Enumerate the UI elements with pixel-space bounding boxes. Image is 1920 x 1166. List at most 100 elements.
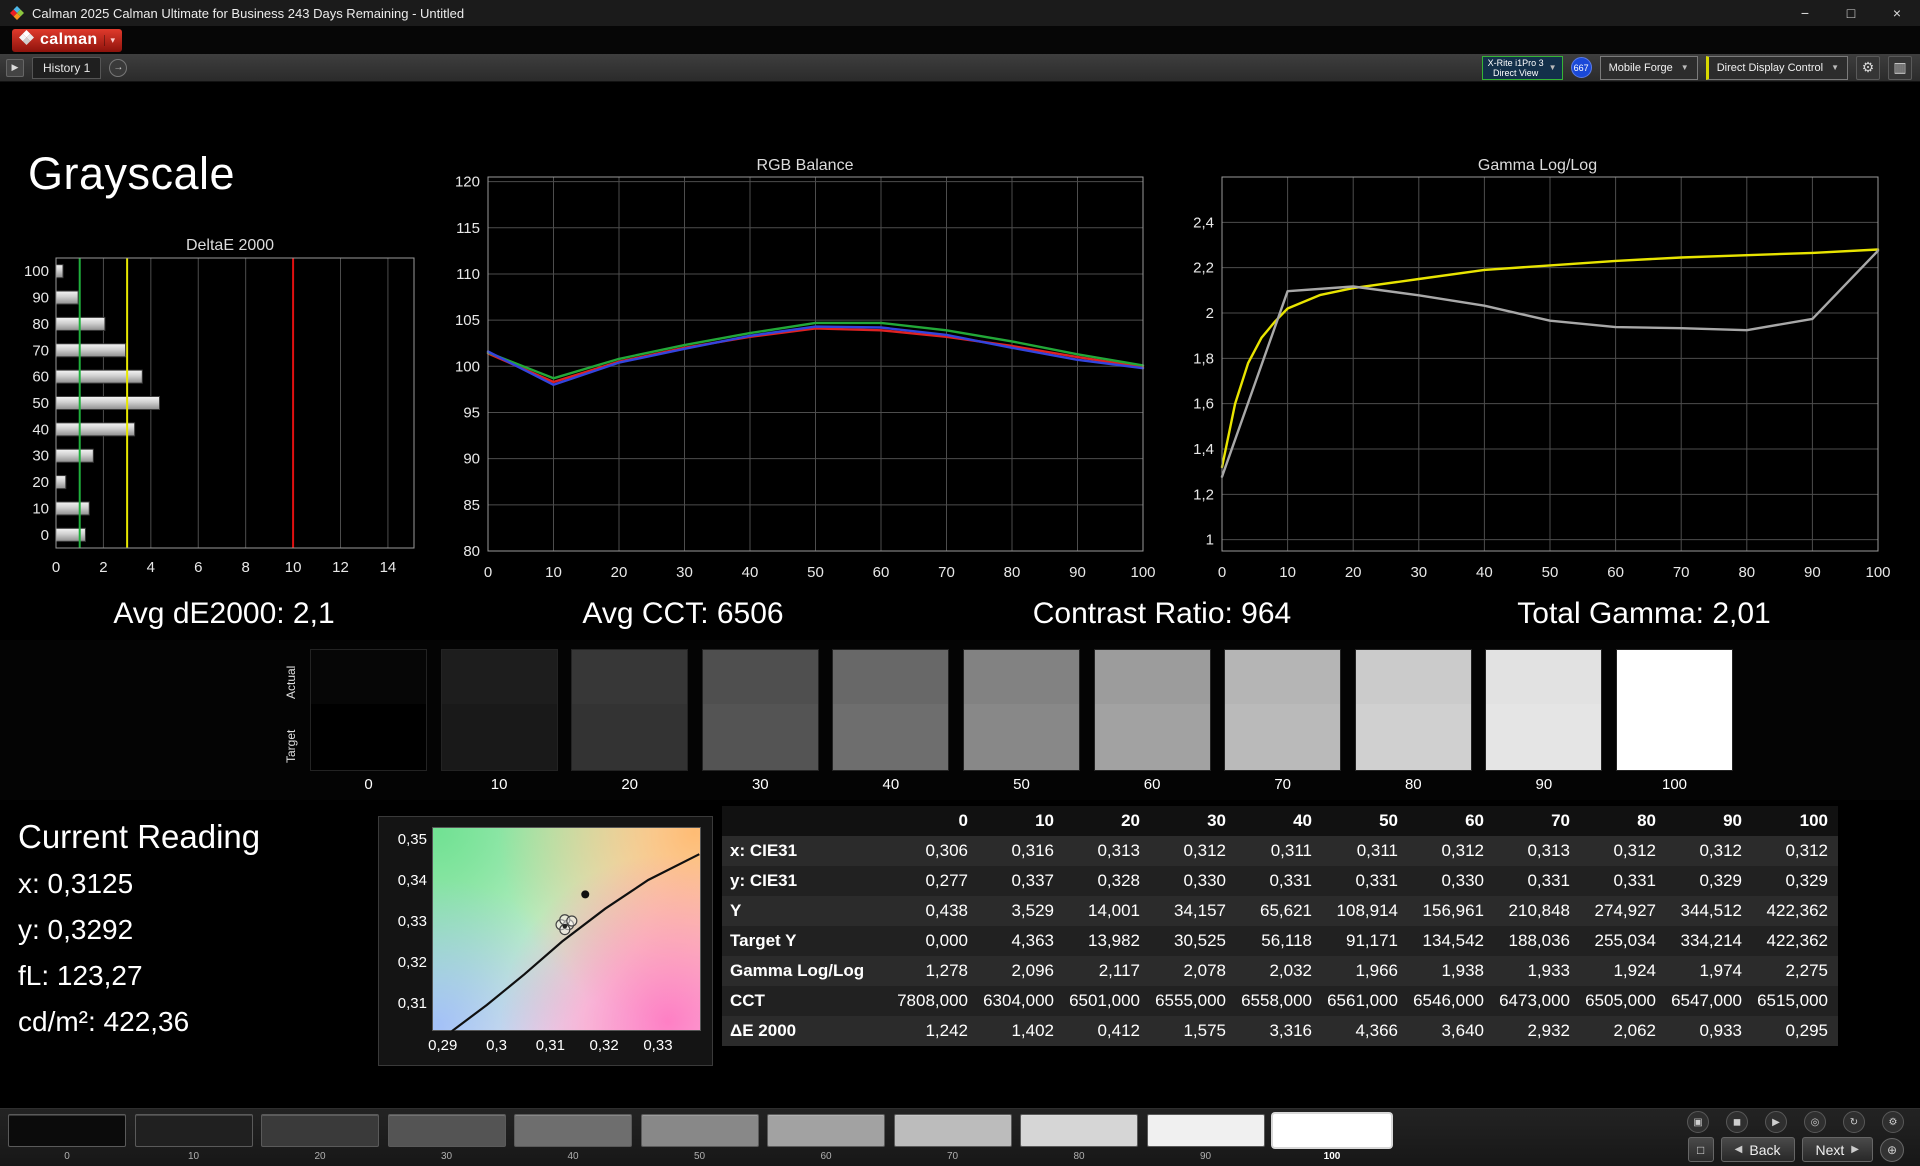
table-row-label: Target Y xyxy=(730,931,797,950)
pattern-patch-10[interactable] xyxy=(134,1114,253,1147)
current-reading-cd: cd/m²: 422,36 xyxy=(18,1006,190,1037)
settings-gear-button[interactable]: ⚙ xyxy=(1856,55,1880,80)
rgb-svg-x-tick: 90 xyxy=(1069,564,1086,581)
contrast-ratio-stat: Contrast Ratio: 964 xyxy=(1032,597,1292,630)
patch-level-label: 10 xyxy=(187,1151,200,1162)
current-reading-title: Current Reading xyxy=(18,818,261,855)
deltae-bar-30 xyxy=(55,448,94,463)
table-cell: 0,313 xyxy=(1097,841,1140,860)
table-cell: 255,034 xyxy=(1594,931,1656,950)
calman-app-window: Calman 2025 Calman Ultimate for Business… xyxy=(0,0,1920,1166)
tab-history-1[interactable]: History 1 xyxy=(32,56,102,79)
swatch-actual-patch xyxy=(964,650,1079,704)
deltae-bar-chart: 0 2 4 6 8 10 12 141009080706050403020100 xyxy=(24,257,415,576)
pattern-patch-100[interactable] xyxy=(1273,1114,1391,1147)
avg-cct-stat: Avg CCT: 6506 xyxy=(582,597,784,630)
history-nav-button[interactable]: → xyxy=(109,58,128,77)
table-cell: 1,924 xyxy=(1613,961,1656,980)
page-advance-button[interactable]: ⊕ xyxy=(1880,1137,1904,1162)
gamma-svg-x-tick: 50 xyxy=(1542,564,1559,581)
deltae-level-label: 50 xyxy=(32,395,49,412)
swatch-actual-patch xyxy=(311,650,426,704)
gamma-svg-x-tick: 20 xyxy=(1345,564,1362,581)
settings-icon[interactable]: ⚙ xyxy=(1882,1111,1904,1133)
deltae-level-label: 20 xyxy=(32,474,49,491)
pattern-patch-90[interactable] xyxy=(1146,1114,1265,1147)
grayscale-swatch-90 xyxy=(1485,649,1603,771)
table-cell: 134,542 xyxy=(1422,931,1484,950)
grayscale-swatch-60 xyxy=(1093,649,1211,771)
close-button[interactable]: × xyxy=(1874,0,1920,26)
layout-panel-button[interactable]: ▥ xyxy=(1888,55,1912,80)
table-corner-cell xyxy=(722,806,892,836)
pattern-window-button[interactable]: □ xyxy=(1687,1137,1714,1162)
table-cell: 13,982 xyxy=(1088,931,1140,950)
spectrum-bar xyxy=(132,38,1904,43)
reference-point xyxy=(581,890,590,899)
pattern-patch-50[interactable] xyxy=(640,1114,759,1147)
table-cell: 2,062 xyxy=(1613,1021,1656,1040)
pattern-patch-70[interactable] xyxy=(893,1114,1012,1147)
pattern-patch-80[interactable] xyxy=(1020,1114,1138,1147)
meter-select[interactable]: X-Rite i1Pro 3 Direct View ▼ xyxy=(1481,55,1563,80)
pattern-patch-40[interactable] xyxy=(514,1114,632,1147)
table-cell: 1,278 xyxy=(925,961,968,980)
calman-menu-button[interactable]: calman ▾ xyxy=(12,28,123,52)
deltae-x-tick: 12 xyxy=(332,559,349,576)
grayscale-swatch-50 xyxy=(963,649,1080,771)
source-select[interactable]: Mobile Forge ▼ xyxy=(1599,55,1698,80)
table-cell: 4,363 xyxy=(1011,931,1054,950)
pattern-patch-30[interactable] xyxy=(387,1114,506,1147)
table-cell: 0,295 xyxy=(1785,1021,1828,1040)
table-col-header: 40 xyxy=(1293,811,1312,830)
gamma-svg-x-tick: 80 xyxy=(1738,564,1755,581)
deltae-level-label: 60 xyxy=(32,369,49,386)
swatch-actual-patch xyxy=(1486,650,1602,704)
gamma-svg-x-tick: 60 xyxy=(1607,564,1624,581)
pattern-patch-0[interactable] xyxy=(8,1114,126,1147)
swatch-target-patch xyxy=(572,704,688,770)
rgb-svg-y-tick: 95 xyxy=(463,404,480,421)
rgb-svg-x-tick: 40 xyxy=(742,564,759,581)
deltae-x-tick: 6 xyxy=(194,559,202,576)
deltae-bar-0 xyxy=(55,527,86,542)
swatch-target-patch xyxy=(311,704,426,770)
play-icon[interactable]: ▶ xyxy=(1765,1111,1787,1133)
table-cell: 6473,000 xyxy=(1499,991,1570,1010)
rgb-svg-y-tick: 115 xyxy=(456,220,480,237)
minimize-button[interactable]: − xyxy=(1782,0,1828,26)
back-button[interactable]: ◀ Back xyxy=(1720,1137,1795,1162)
pattern-patch-60[interactable] xyxy=(767,1114,885,1147)
deltae-level-label: 10 xyxy=(32,500,49,517)
pattern-patch-20[interactable] xyxy=(261,1114,379,1147)
deltae-bar-60 xyxy=(55,369,143,384)
capture-icon[interactable]: ▣ xyxy=(1687,1111,1709,1133)
rgb-svg-x-tick: 80 xyxy=(1004,564,1021,581)
table-cell: 0,312 xyxy=(1441,841,1484,860)
display-control-select[interactable]: Direct Display Control ▼ xyxy=(1705,55,1848,80)
maximize-button[interactable]: □ xyxy=(1828,0,1874,26)
deltae-level-label: 100 xyxy=(24,263,49,280)
table-cell: 2,096 xyxy=(1011,961,1054,980)
table-cell: 0,277 xyxy=(925,871,968,890)
next-button[interactable]: Next ▶ xyxy=(1801,1137,1873,1162)
gamma-svg-y-tick: 1,6 xyxy=(1193,396,1214,413)
table-cell: 0,330 xyxy=(1441,871,1484,890)
rgb-svg-x-tick: 70 xyxy=(938,564,955,581)
table-cell: 6558,000 xyxy=(1241,991,1312,1010)
deltae-bar-50 xyxy=(55,396,161,410)
table-cell: 1,966 xyxy=(1355,961,1398,980)
table-cell: 91,171 xyxy=(1346,931,1398,950)
deltae-x-tick: 8 xyxy=(241,559,249,576)
refresh-icon[interactable]: ↻ xyxy=(1843,1111,1865,1133)
table-row: Target Y 0,000 4,363 13,982 30,525 56,118 91,1… xyxy=(722,926,1838,956)
table-cell: 14,001 xyxy=(1088,901,1140,920)
table-row: y: CIE31 0,277 0,337 0,328 0,330 0,331 0,331 0,… xyxy=(722,866,1838,896)
patch-level-label: 20 xyxy=(314,1151,326,1162)
table-col-header: 100 xyxy=(1799,811,1828,830)
history-panel-button[interactable]: ▶ xyxy=(6,58,24,77)
target-icon[interactable]: ◎ xyxy=(1804,1111,1826,1133)
stop-icon[interactable]: ◼ xyxy=(1726,1111,1748,1133)
measurement-point xyxy=(566,915,578,927)
meter-mode: Direct View xyxy=(1492,67,1539,78)
